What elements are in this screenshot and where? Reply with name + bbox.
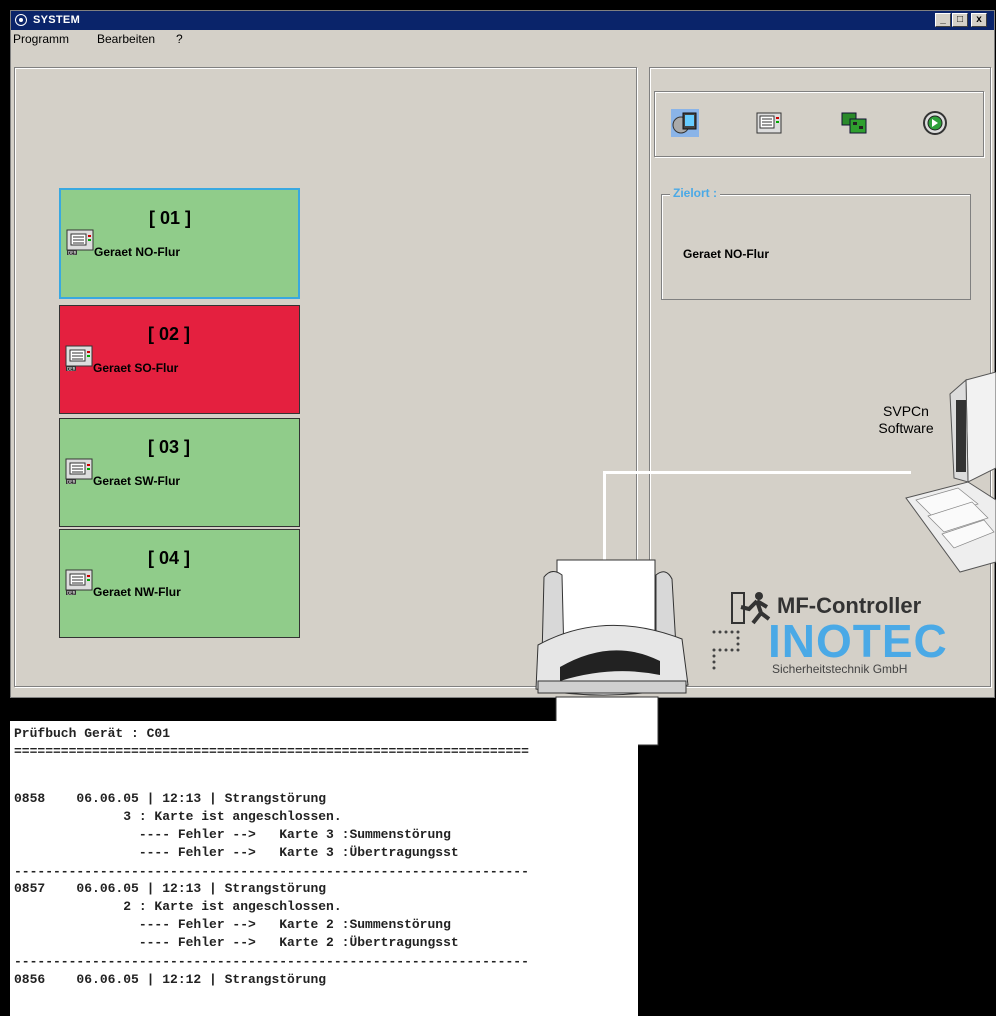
company-logo: INOTEC [768,615,948,667]
log-line: 0858 06.06.05 | 12:13 | Strangstörung [14,791,327,806]
log-line: Prüfbuch Gerät : C01 [14,726,171,741]
dot-grid-decoration [712,630,740,670]
log-line: ---- Fehler --> Karte 3 :Übertragungsst [14,845,459,860]
zielort-label: Zielort : [670,186,720,200]
computer-icon [905,372,996,573]
device-name: Geraet NW-Flur [93,585,181,599]
device-number: [ 02 ] [148,324,191,344]
controller-device-icon: DER [65,458,93,485]
device-number: [ 01 ] [149,208,192,228]
menu-bar: Programm Bearbeiten ? [11,30,994,48]
menu-help[interactable]: ? [176,32,183,46]
device-tile-01[interactable]: DER [ 01 ] Geraet NO-Flur [59,188,300,299]
title-bar: SYSTEM _ □ x [11,11,994,30]
zielort-group: Zielort : Geraet NO-Flur [661,186,971,300]
system-icon[interactable] [15,14,27,26]
controller-device-icon: DER [65,345,93,372]
svg-text:DER: DER [68,251,77,256]
menu-programm[interactable]: Programm [13,32,69,46]
zielort-value: Geraet NO-Flur [683,247,770,261]
minimize-button[interactable]: _ [935,13,951,27]
network-card-icon[interactable] [840,109,868,137]
device-number: [ 04 ] [148,548,191,568]
menu-bearbeiten[interactable]: Bearbeiten [97,32,155,46]
device-tile-03[interactable]: DER [ 03 ] Geraet SW-Flur [59,418,300,527]
log-line: 3 : Karte ist angeschlossen. [14,809,342,824]
cable-horizontal [603,471,911,474]
monitor-icon[interactable] [671,109,699,137]
device-number: [ 03 ] [148,437,191,457]
device-name: Geraet SW-Flur [93,474,181,488]
svg-text:DER: DER [67,591,76,596]
log-line: ========================================… [14,744,529,759]
device-name: Geraet NO-Flur [94,245,181,259]
maximize-button[interactable]: □ [952,13,968,27]
main-window: SYSTEM _ □ x Programm Bearbeiten ? DER [… [10,10,996,698]
window-title: SYSTEM [33,14,81,26]
svg-text:DER: DER [67,367,76,372]
log-line: ----------------------------------------… [14,864,529,879]
test-log-printout: Prüfbuch Gerät : C01 ===================… [10,721,638,1016]
device-tile-04[interactable]: DER [ 04 ] Geraet NW-Flur [59,529,300,638]
log-line: ---- Fehler --> Karte 2 :Übertragungsst [14,935,459,950]
log-line: 0856 06.06.05 | 12:12 | Strangstörung [14,972,327,987]
printer-icon [535,559,689,746]
device-tile-02[interactable]: DER [ 02 ] Geraet SO-Flur [59,305,300,414]
log-line: ----------------------------------------… [14,954,529,969]
cable-vertical [603,471,606,566]
device-name: Geraet SO-Flur [93,361,179,375]
device-icon[interactable] [755,109,783,137]
log-line: ---- Fehler --> Karte 2 :Summenstörung [14,917,451,932]
controller-device-icon: DER [66,229,94,256]
log-line: 0857 06.06.05 | 12:13 | Strangstörung [14,881,327,896]
log-line: 2 : Karte ist angeschlossen. [14,899,342,914]
next-icon[interactable] [921,109,949,137]
exit-sign-icon [731,592,771,625]
company-subtitle: Sicherheitstechnik GmbH [772,662,908,676]
log-line: ---- Fehler --> Karte 3 :Summenstörung [14,827,451,842]
svg-text:DER: DER [67,480,76,485]
close-button[interactable]: x [971,13,987,27]
controller-device-icon: DER [65,569,93,596]
